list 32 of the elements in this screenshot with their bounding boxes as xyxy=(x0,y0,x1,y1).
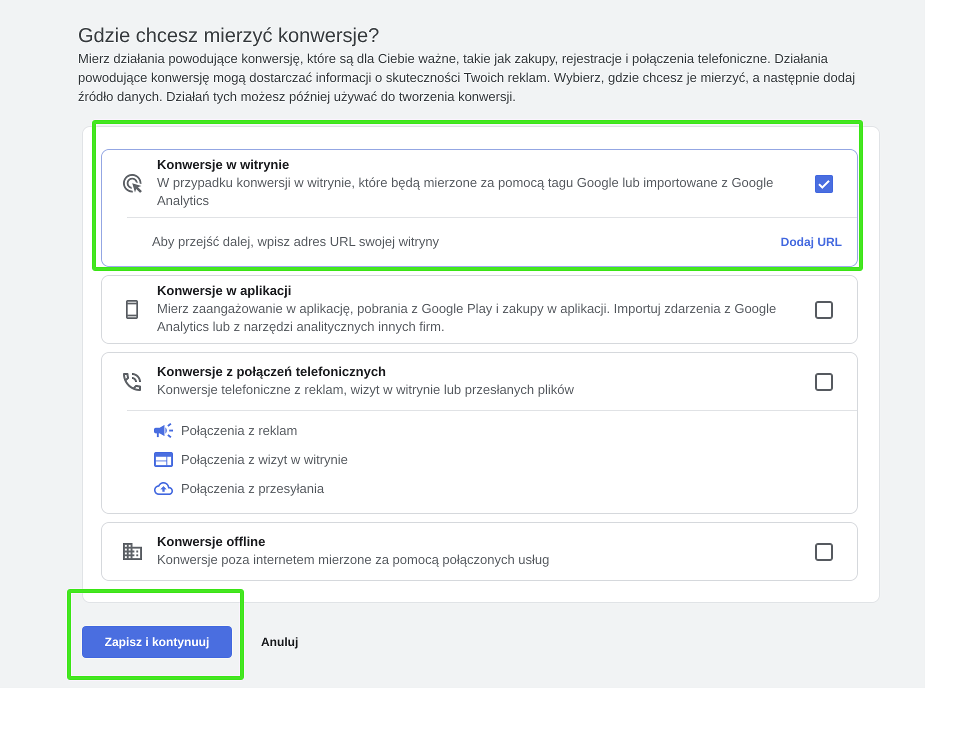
add-url-link[interactable]: Dodaj URL xyxy=(780,233,842,251)
option-card[interactable]: Konwersje offline Konwersje poza internetem mierzone za pomocą połączonych usług xyxy=(101,522,858,581)
checkbox[interactable] xyxy=(815,174,833,192)
option-description: Konwersje poza internetem mierzone za pomocą połączonych usług xyxy=(157,551,550,569)
cancel-button[interactable]: Anuluj xyxy=(261,626,298,658)
checkbox[interactable] xyxy=(815,542,833,560)
cloud-upload-icon xyxy=(154,482,172,495)
option-card[interactable]: Konwersje w witrynie W przypadku konwersji w witrynie, które będą mierzone za pomocą tagu Google lub importowane z Google Analytics Aby przejść dalej, wpisz adres URL swojej witryny Dodaj URL xyxy=(101,149,858,267)
option-title: Konwersje w witrynie xyxy=(157,157,290,173)
option-description: Konwersje telefoniczne z reklam, wizyt w witrynie lub przesłanych plików xyxy=(157,381,575,399)
page-description: Mierz działania powodujące konwersję, które są dla Ciebie ważne, takie jak zakupy, rejestracje i połączenia telefoniczne. Działania powodujące konwersję mogą dostarczać informacji o skuteczności Twoich reklam. Wybierz, gdzie chcesz je mierzyć, a następnie dodaj źródło danych. Działań tych możesz później używać do tworzenia konwersji. xyxy=(78,50,856,106)
option-description: W przypadku konwersji w witrynie, które będą mierzone za pomocą tagu Google lub importowane z Google Analytics xyxy=(157,174,774,210)
smartphone-icon xyxy=(126,300,138,319)
phone-icon xyxy=(123,372,141,390)
call-source-item: Połączenia z przesyłania xyxy=(181,480,324,498)
building-icon xyxy=(122,543,142,560)
option-title: Konwersje w aplikacji xyxy=(157,283,292,299)
option-card[interactable]: Konwersje w aplikacji Mierz zaangażowanie w aplikację, pobrania z Google Play i zakupy w aplikacji. Importuj zdarzenia z Google Analytics lub z narzędzi analitycznych innych firm. xyxy=(101,275,858,344)
footer-hint: Aby przejść dalej, wpisz adres URL swojej witryny xyxy=(152,233,440,252)
option-card[interactable]: Konwersje z połączeń telefonicznych Konwersje telefoniczne z reklam, wizyt w witrynie lub przesłanych plików Połączenia z reklam Połączenia z wizyt w witrynie Połączenia z przesyłania xyxy=(101,352,858,514)
page-title: Gdzie chcesz mierzyć konwersje? xyxy=(78,24,380,48)
checkbox[interactable] xyxy=(815,300,833,318)
cursor-click-icon xyxy=(122,174,142,193)
browser-window-icon xyxy=(154,452,172,467)
save-continue-button[interactable]: Zapisz i kontynuuj xyxy=(82,626,232,658)
call-source-item: Połączenia z wizyt w witrynie xyxy=(181,450,348,469)
option-title: Konwersje z połączeń telefonicznych xyxy=(157,364,387,380)
megaphone-icon xyxy=(154,423,172,438)
option-description: Mierz zaangażowanie w aplikację, pobrania z Google Play i zakupy w aplikacji. Importuj zdarzenia z Google Analytics lub z narzędzi analitycznych innych firm. xyxy=(157,300,778,336)
checkbox[interactable] xyxy=(815,372,833,390)
option-title: Konwersje offline xyxy=(157,534,266,550)
call-source-item: Połączenia z reklam xyxy=(181,422,298,440)
